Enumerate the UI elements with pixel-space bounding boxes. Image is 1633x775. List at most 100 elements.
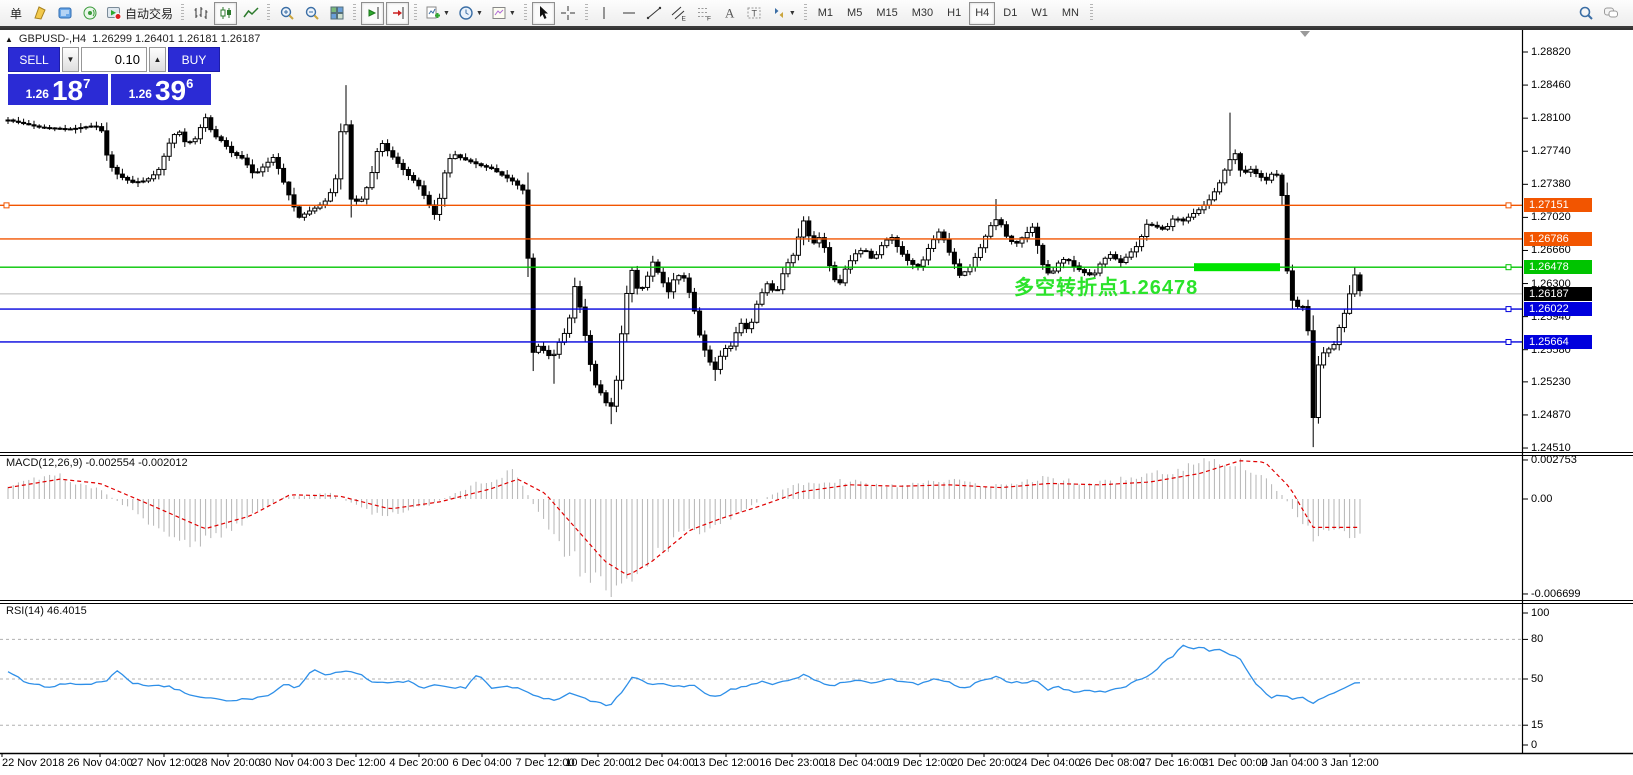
svg-text:A: A (725, 6, 735, 21)
volume-decrease-button[interactable]: ▼ (62, 47, 79, 72)
price-tick-label: 1.27020 (1531, 211, 1571, 223)
channel-icon: E (671, 5, 687, 21)
news-button[interactable] (53, 2, 76, 25)
candle-chart-button[interactable] (214, 2, 237, 25)
search-button[interactable] (1574, 2, 1597, 25)
zoom-in-button[interactable] (275, 2, 298, 25)
macd-main-value: -0.002554 (85, 457, 135, 469)
label-t-icon: T (746, 5, 762, 21)
macd-name: MACD(12,26,9) (6, 457, 82, 469)
price-tick-label: 1.25230 (1531, 376, 1571, 388)
collapse-icon[interactable]: ▲ (5, 35, 13, 44)
candles-icon (218, 5, 234, 21)
pivot-highlight-bar[interactable] (1194, 263, 1280, 271)
buy-price-pip: 6 (186, 76, 193, 91)
date-label: 16 Dec 23:00 (759, 757, 824, 769)
price-tick-label: 1.27740 (1531, 145, 1571, 157)
price-level-badge: 1.27151 (1524, 198, 1592, 212)
volume-increase-button[interactable]: ▲ (149, 47, 166, 72)
fibonacci-button[interactable]: F (693, 2, 716, 25)
toolbar-right-group (1573, 2, 1623, 25)
zoom-out-button[interactable] (300, 2, 323, 25)
auto-scroll-button[interactable] (361, 2, 384, 25)
line-chart-icon (243, 5, 259, 21)
date-label: 20 Dec 20:00 (951, 757, 1016, 769)
buy-price-button[interactable]: 1.26396 (111, 74, 211, 105)
timeframe-d1-button[interactable]: D1 (997, 2, 1023, 25)
price-level-badge: 1.26786 (1524, 232, 1592, 246)
chat-button[interactable] (1599, 2, 1622, 25)
trendline-icon (646, 5, 662, 21)
arrows-button[interactable]: ▼ (768, 2, 799, 25)
timeframe-mn-button[interactable]: MN (1056, 2, 1085, 25)
cursor-button[interactable] (532, 2, 555, 25)
date-label: 31 Dec 00:00 (1202, 757, 1267, 769)
timeframe-w1-button[interactable]: W1 (1025, 2, 1054, 25)
date-label: 19 Dec 12:00 (887, 757, 952, 769)
line-handle[interactable] (1506, 339, 1511, 344)
sell-button[interactable]: SELL (8, 47, 60, 72)
rsi-tick-label: 80 (1531, 633, 1543, 645)
bar-chart-button[interactable] (189, 2, 212, 25)
hline-icon (621, 5, 637, 21)
timeframe-m30-button[interactable]: M30 (906, 2, 939, 25)
timeframe-m5-button[interactable]: M5 (841, 2, 868, 25)
date-label: 3 Dec 12:00 (326, 757, 385, 769)
price-tick-label: 1.28460 (1531, 79, 1571, 91)
vertical-line-button[interactable] (593, 2, 616, 25)
price-chart-canvas[interactable] (0, 0, 1633, 775)
line-handle[interactable] (1506, 265, 1511, 270)
buy-button[interactable]: BUY (168, 47, 220, 72)
toolbar-separator (804, 4, 807, 22)
sell-price-button[interactable]: 1.26187 (8, 74, 108, 105)
indicators-icon (425, 5, 441, 21)
tile-windows-button[interactable] (325, 2, 348, 25)
chart-shift-marker[interactable] (1300, 31, 1310, 37)
date-label: 12 Dec 04:00 (629, 757, 694, 769)
toolbar: 单自动交易▼▼▼EFAT▼M1M5M15M30H1H4D1W1MN (0, 0, 1633, 28)
date-label: 2 Jan 04:00 (1261, 757, 1319, 769)
templates-button[interactable]: ▼ (488, 2, 519, 25)
chart-title: ▲ GBPUSD-,H4 1.26299 1.26401 1.26181 1.2… (5, 33, 260, 45)
channel-button[interactable]: E (668, 2, 691, 25)
timeframe-m15-button[interactable]: M15 (870, 2, 903, 25)
new-order-button[interactable]: 单 (3, 2, 26, 25)
periods-button[interactable]: ▼ (455, 2, 486, 25)
horizontal-line-button[interactable] (618, 2, 641, 25)
svg-text:F: F (707, 16, 711, 22)
tile-icon (329, 5, 345, 21)
line-handle[interactable] (4, 203, 9, 208)
toolbar-separator (353, 4, 356, 22)
volume-input[interactable] (81, 47, 147, 72)
sell-price-big: 18 (52, 78, 83, 104)
timeframe-m1-button[interactable]: M1 (812, 2, 839, 25)
text-label-button[interactable]: T (743, 2, 766, 25)
chart-window-button[interactable] (28, 2, 51, 25)
date-label: 27 Dec 16:00 (1139, 757, 1204, 769)
trendline-button[interactable] (643, 2, 666, 25)
fibo-icon: F (696, 5, 712, 21)
indicators-button[interactable]: ▼ (422, 2, 453, 25)
line-handle[interactable] (1506, 203, 1511, 208)
rsi-name: RSI(14) (6, 605, 44, 617)
crosshair-button[interactable] (557, 2, 580, 25)
timeframe-h4-button[interactable]: H4 (969, 2, 995, 25)
clock-icon (458, 5, 474, 21)
chart-shift-button[interactable] (386, 2, 409, 25)
line-chart-button[interactable] (239, 2, 262, 25)
text-button[interactable]: A (718, 2, 741, 25)
line-handle[interactable] (1506, 307, 1511, 312)
signals-button[interactable] (78, 2, 101, 25)
date-label: 10 Dec 20:00 (565, 757, 630, 769)
rsi-value: 46.4015 (47, 605, 87, 617)
zoom-out-icon (304, 5, 320, 21)
signals-icon (82, 5, 98, 21)
price-tick-label: 1.24510 (1531, 442, 1571, 454)
autotrading-button[interactable]: 自动交易 (103, 2, 176, 25)
price-tick-label: 1.26660 (1531, 244, 1571, 256)
bid-price-badge: 1.26187 (1524, 287, 1592, 301)
macd-tick-label: 0.002753 (1531, 454, 1577, 466)
price-level-badge: 1.26478 (1524, 260, 1592, 274)
timeframe-h1-button[interactable]: H1 (941, 2, 967, 25)
price-tick-label: 1.28100 (1531, 112, 1571, 124)
